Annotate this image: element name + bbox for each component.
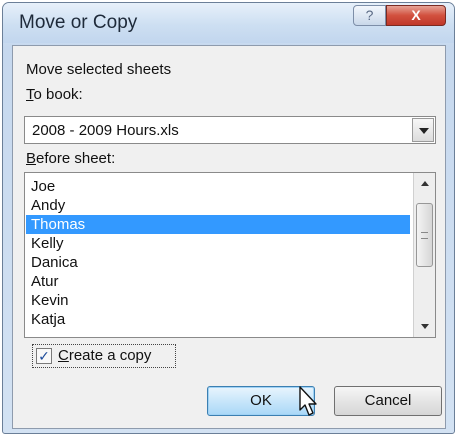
before-sheet-list[interactable]: Joe Andy Thomas Kelly Danica Atur Kevin … <box>24 172 436 338</box>
create-copy-checkbox[interactable]: ✓ <box>36 348 52 364</box>
to-book-label: To book: <box>26 86 83 103</box>
move-selected-sheets-label: Move selected sheets <box>26 61 172 78</box>
title-bar[interactable]: Move or Copy ? X <box>3 3 454 43</box>
cancel-button[interactable]: Cancel <box>334 386 442 416</box>
list-item[interactable]: Kelly <box>26 234 410 253</box>
scroll-thumb[interactable] <box>416 203 433 267</box>
mouse-cursor-icon <box>299 386 317 416</box>
scroll-up-icon[interactable] <box>414 173 435 193</box>
before-sheet-label-text: efore sheet: <box>36 150 116 167</box>
list-item[interactable]: Atur <box>26 272 410 291</box>
create-copy-label: Create a copy <box>58 347 151 364</box>
list-item[interactable]: Kevin <box>26 291 410 310</box>
create-copy-accelerator: C <box>58 347 69 364</box>
to-book-label-text: o book: <box>33 86 83 103</box>
to-book-accelerator: T <box>26 86 34 103</box>
list-item-selected[interactable]: Thomas <box>26 215 410 234</box>
to-book-dropdown[interactable]: 2008 - 2009 Hours.xls <box>24 116 436 144</box>
list-item[interactable]: Joe <box>26 177 410 196</box>
to-book-selected-value: 2008 - 2009 Hours.xls <box>32 122 179 139</box>
scroll-down-icon[interactable] <box>414 317 435 337</box>
list-scrollbar[interactable] <box>413 173 435 337</box>
list-item[interactable]: Katja <box>26 310 410 329</box>
move-or-copy-dialog: Move or Copy ? X Move selected sheets To… <box>2 2 455 434</box>
before-sheet-accelerator: B <box>26 150 37 167</box>
dialog-body: Move selected sheets To book: 2008 - 200… <box>12 45 446 429</box>
dialog-title: Move or Copy <box>19 12 138 33</box>
list-item[interactable]: Danica <box>26 253 410 272</box>
chevron-down-icon[interactable] <box>412 118 434 142</box>
help-icon: ? <box>365 7 374 23</box>
close-button[interactable]: X <box>386 5 446 26</box>
list-item[interactable]: Andy <box>26 196 410 215</box>
before-sheet-label: Before sheet: <box>26 150 115 167</box>
help-button[interactable]: ? <box>353 5 386 26</box>
create-copy-label-text: reate a copy <box>68 347 152 364</box>
create-copy-option[interactable]: ✓ Create a copy <box>32 344 176 368</box>
close-icon: X <box>411 7 421 23</box>
